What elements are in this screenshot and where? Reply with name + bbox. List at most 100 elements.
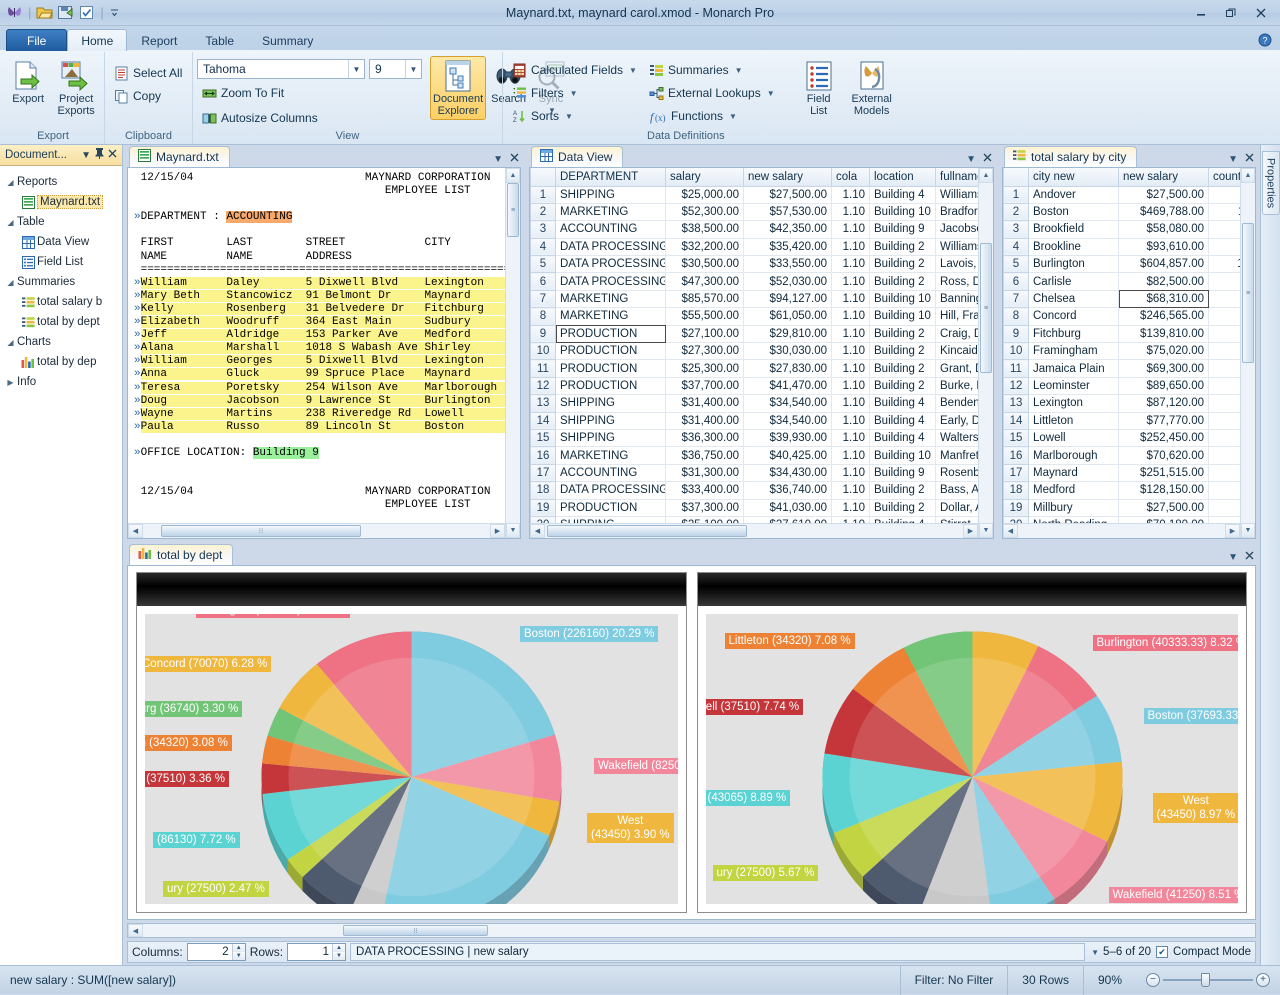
compact-mode-checkbox[interactable]: ✔ [1156,946,1168,958]
table-cell[interactable]: Early, Debbie [936,412,979,429]
table-cell[interactable]: 2 [1209,238,1241,255]
table-cell[interactable]: Brookfield [1029,221,1119,238]
table-cell[interactable]: Building 9 [870,464,936,481]
table-cell[interactable]: ACCOUNTING [556,464,666,481]
table-row[interactable]: 2Boston$469,788.0011 [1004,203,1241,220]
column-header[interactable]: location [870,168,936,186]
table-row[interactable]: 3ACCOUNTING$38,500.00$42,350.001.10Build… [531,221,979,238]
rows-stepper[interactable]: ▲▼ [287,943,346,961]
table-cell[interactable]: Building 10 [870,308,936,325]
table-cell[interactable]: Building 4 [870,395,936,412]
external-lookups-dropdown-icon[interactable]: ▼ [767,89,775,98]
table-row[interactable]: 3Brookfield$58,080.001 [1004,221,1241,238]
table-cell[interactable]: 2 [1209,395,1241,412]
table-cell[interactable]: 1.10 [832,273,870,290]
table-cell[interactable]: Building 4 [870,516,936,523]
table-cell[interactable]: 1.10 [832,412,870,429]
table-cell[interactable]: 1.10 [832,221,870,238]
table-row[interactable]: 7MARKETING$85,570.00$94,127.001.10Buildi… [531,290,979,307]
table-row[interactable]: 1SHIPPING$25,000.00$27,500.001.10Buildin… [531,186,979,203]
table-cell[interactable]: 1.10 [832,447,870,464]
pane-dropdown-icon[interactable]: ▼ [493,154,503,165]
table-row[interactable]: 14Littleton$77,770.002 [1004,412,1241,429]
chart-context-field[interactable]: DATA PROCESSING | new salary [350,943,1085,961]
table-row[interactable]: 7Chelsea$68,310.002 [1004,290,1241,307]
table-row[interactable]: 5Burlington$604,857.0014 [1004,256,1241,273]
table-cell[interactable]: MARKETING [556,308,666,325]
data-view-vscrollbar[interactable]: ▲ ≡ ▼ [978,168,993,538]
table-cell[interactable]: $75,020.00 [1119,343,1209,360]
pane-dropdown-icon[interactable]: ▼ [1228,552,1238,563]
table-cell[interactable]: Leominster [1029,377,1119,394]
table-cell[interactable]: Building 10 [870,290,936,307]
table-row[interactable]: 4Brookline$93,610.002 [1004,238,1241,255]
quick-access-toolbar[interactable]: | | [0,4,126,21]
expander-icon[interactable]: ◢ [4,178,17,187]
table-cell[interactable]: 6 [1209,429,1241,446]
table-cell[interactable]: 1.10 [832,308,870,325]
table-cell[interactable]: SHIPPING [556,412,666,429]
table-cell[interactable]: 1 [1209,221,1241,238]
chart-context-dropdown-icon[interactable]: ▼ [1091,948,1099,957]
report-text[interactable]: 12/15/04 MAYNARD CORPORATION EMPLOYEE LI… [128,168,505,523]
table-row[interactable]: 20North Reading$70,180.002 [1004,516,1241,523]
table-cell[interactable]: DATA PROCESSING [556,238,666,255]
table-cell[interactable]: $139,810.00 [1119,325,1209,342]
table-row[interactable]: 13Lexington$87,120.002 [1004,395,1241,412]
table-cell[interactable]: 2 [1209,412,1241,429]
external-models-button[interactable]: External Models [844,56,900,120]
close-button[interactable] [1246,3,1276,23]
table-cell[interactable]: $40,425.00 [744,447,832,464]
table-cell[interactable]: 6 [1209,308,1241,325]
scroll-track[interactable] [1018,524,1225,538]
scroll-up-arrow[interactable]: ▲ [979,168,993,183]
minimize-button[interactable] [1186,3,1216,23]
font-name-combo[interactable]: Tahoma ▼ [197,59,365,79]
table-cell[interactable]: 1.10 [832,360,870,377]
columns-stepper-arrows[interactable]: ▲▼ [232,944,245,960]
table-cell[interactable]: Building 4 [870,412,936,429]
table-cell[interactable]: 4 [1209,325,1241,342]
scroll-track[interactable]: ≡ [979,183,993,523]
table-cell[interactable]: 1.10 [832,516,870,523]
table-row[interactable]: 18Medford$128,150.002 [1004,482,1241,499]
ribbon-tab-bar[interactable]: File Home Report Table Summary ? [0,26,1280,50]
table-cell[interactable]: Building 2 [870,377,936,394]
table-row[interactable]: 19PRODUCTION$37,300.00$41,030.001.10Buil… [531,499,979,516]
scroll-thumb[interactable]: ⁝⁝ [161,525,361,537]
calculated-fields-button[interactable]: Calculated Fields ▼ [507,59,642,81]
summary-vscrollbar[interactable]: ▲ ≡ ▼ [1240,168,1255,538]
table-cell[interactable]: PRODUCTION [556,325,666,342]
check-icon[interactable] [78,4,95,21]
table-cell[interactable]: DATA PROCESSING [556,256,666,273]
help-icon[interactable]: ? [1258,33,1272,50]
table-cell[interactable]: Building 10 [870,203,936,220]
column-header[interactable]: city new [1029,168,1119,186]
column-header[interactable]: cola [832,168,870,186]
filters-dropdown-icon[interactable]: ▼ [570,89,578,98]
font-size-combo[interactable]: 9 ▼ [369,59,422,79]
data-view-grid[interactable]: DEPARTMENTsalarynew salarycolalocationfu… [530,168,978,523]
table-cell[interactable]: Building 2 [870,238,936,255]
table-cell[interactable]: Banning, David [936,290,979,307]
table-cell[interactable]: $57,530.00 [744,203,832,220]
column-header[interactable]: DEPARTMENT [556,168,666,186]
status-filter[interactable]: Filter: No Filter [900,966,1008,995]
app-logo-icon[interactable] [6,4,23,21]
columns-input[interactable] [188,944,232,960]
expander-icon[interactable]: ◢ [4,218,17,227]
table-cell[interactable]: 2 [1209,482,1241,499]
table-row[interactable]: 6DATA PROCESSING$47,300.00$52,030.001.10… [531,273,979,290]
document-explorer-tree[interactable]: ◢ Reports Maynard.txt ◢ Table Data View [0,166,122,965]
table-cell[interactable]: 1.10 [832,395,870,412]
table-cell[interactable]: $27,830.00 [744,360,832,377]
table-cell[interactable]: $27,610.00 [744,516,832,523]
table-row[interactable]: 6Carlisle$82,500.002 [1004,273,1241,290]
tree-node-info[interactable]: ▶ Info [0,372,122,392]
tab-total-salary-by-city[interactable]: total salary by city [1004,146,1137,167]
table-cell[interactable]: 1.10 [832,203,870,220]
data-view-hscrollbar[interactable]: ◀ ▶ [530,523,978,538]
table-cell[interactable]: PRODUCTION [556,360,666,377]
table-cell[interactable]: MARKETING [556,203,666,220]
table-cell[interactable]: $70,180.00 [1119,516,1209,523]
